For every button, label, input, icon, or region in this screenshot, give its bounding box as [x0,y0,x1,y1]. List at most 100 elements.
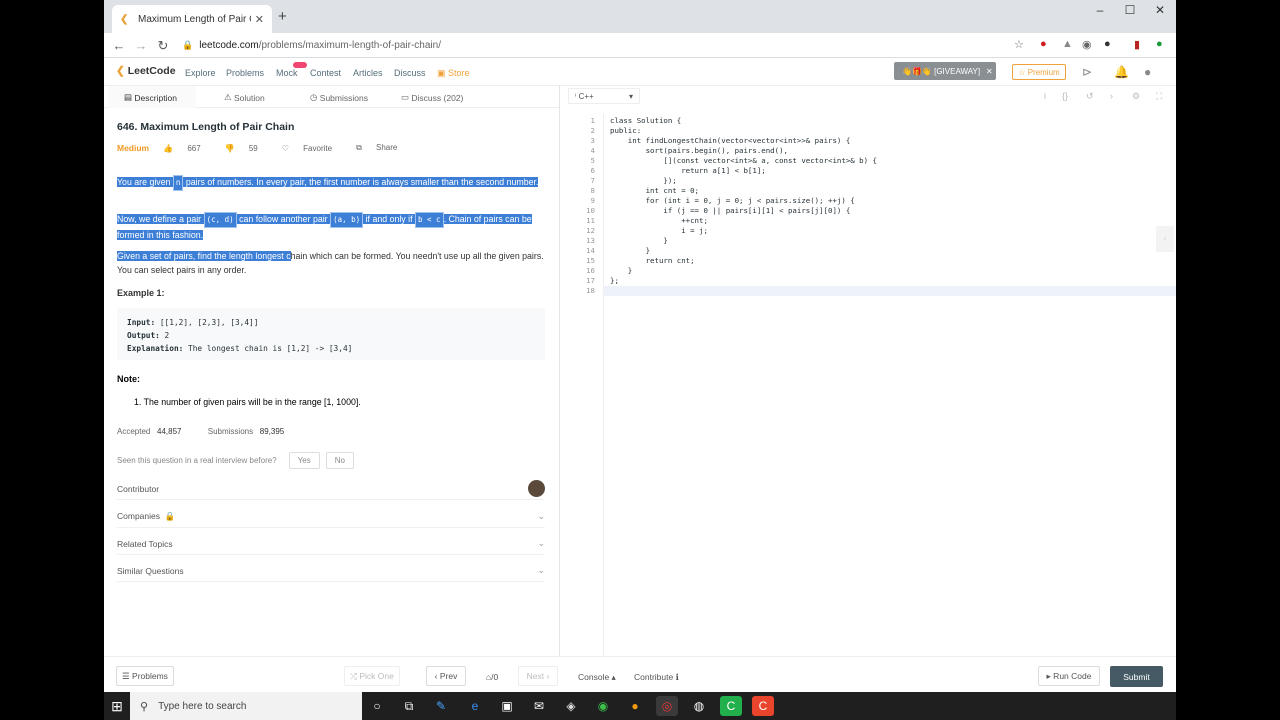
related-topics-row[interactable]: Related Topics ⌄ [117,533,545,555]
nav-contest[interactable]: Contest [310,68,341,78]
lock-icon: 🔒 [182,40,194,50]
close-window-button[interactable]: ✕ [1146,3,1174,17]
fullscreen-icon[interactable]: ⛶ [1156,91,1162,102]
clion-icon[interactable]: C [752,696,774,716]
edge-icon[interactable]: e [464,696,486,716]
back-arrow-icon[interactable]: ← [108,38,130,53]
p3-highlighted: Given a set of pairs, find the length lo… [117,251,291,261]
leetcode-favicon-icon: ❮ [120,13,129,25]
p2-text-b: can follow another pair [236,214,331,224]
cortana-icon[interactable]: ○ [366,696,388,716]
media-icon[interactable]: ◈ [560,696,582,716]
settings-icon[interactable]: ⚙ [1132,91,1140,102]
camtasia-icon[interactable]: C [720,696,742,716]
code-text[interactable]: class Solution { public: int findLongest… [610,116,877,286]
user-avatar-icon[interactable]: ● [1144,65,1151,79]
p1-text-b: pairs of numbers. In every pair, the fir… [183,177,539,187]
share-label: Share [376,143,398,152]
camera-extension-icon[interactable]: ◉ [1082,38,1092,51]
url-field[interactable]: 🔒 leetcode.com/problems/maximum-length-o… [182,36,1022,55]
console-toggle[interactable]: Console ▴ [578,672,616,683]
forward-arrow-icon[interactable]: → [130,38,152,53]
store-icon[interactable]: ▣ [496,696,518,716]
green-extension-icon[interactable]: ● [1156,38,1163,50]
firefox-icon[interactable]: ● [624,696,646,716]
browser-tab[interactable]: ❮ Maximum Length of Pair Chain - ✕ [112,5,272,33]
note-item: 1. The number of given pairs will be in … [134,397,361,407]
extension-triangle-icon[interactable]: ▲ [1062,38,1073,50]
submit-button[interactable]: Submit [1110,666,1163,687]
tab-solution[interactable]: ⚠ Solution [224,92,265,103]
minimize-button[interactable]: – [1086,3,1114,17]
reload-icon[interactable]: ↻ [152,38,174,54]
code-area[interactable]: 1 2 3 4 5 6 7 8 9 10 11 12 13 14 15 16 1… [566,114,1176,656]
chevron-down-icon: ⌄ [537,538,545,548]
notification-bell-icon[interactable]: 🔔 [1114,65,1129,79]
tab-strip: ❮ Maximum Length of Pair Chain - ✕ + – ☐… [104,0,1176,33]
nav-store[interactable]: ▣ Store [437,68,470,79]
share-button[interactable]: ⧉ Share [356,143,409,153]
no-button[interactable]: No [325,452,354,469]
tab-description[interactable]: ▤ Description [124,92,177,103]
question-title: 646. Maximum Length of Pair Chain [117,121,295,133]
nav-discuss[interactable]: Discuss [394,68,426,78]
nav-problems[interactable]: Problems [226,68,264,78]
shortcut-icon[interactable]: › [1110,91,1113,101]
task-view-icon[interactable]: ⧉ [398,696,420,716]
tab-close-icon[interactable]: ✕ [255,13,264,26]
similar-questions-row[interactable]: Similar Questions ⌄ [117,560,545,582]
example-output: 2 [159,331,170,340]
app-icon[interactable]: ✎ [430,696,452,716]
like-button[interactable]: 👍 667 [163,144,213,153]
giveaway-banner[interactable]: 👋🎁👋 [GIVEAWAY] ✕ [894,62,996,80]
tab-discuss-label: Discuss (202) [411,92,464,103]
prev-button[interactable]: ‹ Prev [426,666,466,686]
problems-button[interactable]: ☰ Problems [116,666,174,686]
windows-start-icon[interactable]: ⊞ [104,692,130,720]
tab-submissions[interactable]: ◷ Submissions [310,92,368,103]
leetcode-logo[interactable]: ❮ LeetCode [116,65,176,77]
dislike-button[interactable]: 👎 59 [225,144,270,153]
premium-button[interactable]: ☆ Premium [1012,64,1066,80]
heart-icon: ♡ [281,143,292,153]
favorite-button[interactable]: ♡ Favorite [282,144,344,153]
nav-mock[interactable]: Mock [276,68,298,78]
pick-one-button[interactable]: ⤮ Pick One [344,666,400,686]
side-panel-handle[interactable]: ‹ [1156,226,1174,252]
bookmark-star-icon[interactable]: ☆ [1014,38,1024,51]
opera-extension-icon[interactable]: ● [1040,38,1047,50]
run-code-button[interactable]: ▸ Run Code [1038,666,1100,686]
dislikes-count: 59 [248,143,258,153]
info-icon[interactable]: i [1044,91,1046,101]
example-explanation-line: Explanation: The longest chain is [1,2] … [127,342,535,355]
new-tab-button[interactable]: + [278,8,287,25]
traffic-light-extension-icon[interactable]: ▮ [1134,38,1140,51]
contributor-row[interactable]: Contributor [117,478,545,500]
contributor-avatar[interactable] [528,480,545,497]
dark-extension-icon[interactable]: ● [1104,38,1111,50]
example-output-label: Output: [127,331,160,340]
reset-icon[interactable]: ↺ [1086,91,1094,102]
next-button[interactable]: Next › [518,666,558,686]
taskbar-search[interactable]: ⚲ Type here to search [130,692,362,720]
contribute-link[interactable]: Contribute ℹ [634,672,679,683]
language-select[interactable]: ⁱ C++ ▾ [568,88,640,104]
example-output-line: Output: 2 [127,329,535,342]
android-icon[interactable]: ◉ [592,696,614,716]
tab-discuss[interactable]: ▭ Discuss (202) [401,92,463,103]
yes-button[interactable]: Yes [288,452,320,469]
maximize-button[interactable]: ☐ [1116,3,1144,17]
mail-icon[interactable]: ✉ [528,696,550,716]
companies-row[interactable]: Companies 🔒 ⌄ [117,506,545,528]
obs-icon[interactable]: ◍ [688,696,710,716]
store-icon: ▣ [437,68,449,78]
playground-icon[interactable]: ⊳ [1082,65,1092,79]
nav-articles[interactable]: Articles [353,68,383,78]
chrome-icon[interactable]: ◎ [656,696,678,716]
nav-explore[interactable]: Explore [185,68,216,78]
interview-question-text: Seen this question in a real interview b… [117,456,277,465]
question-meta: Medium 👍 667 👎 59 ♡ Favorite ⧉ Share [117,143,421,153]
tab-solution-label: Solution [233,92,265,103]
giveaway-close-icon[interactable]: ✕ [986,67,993,76]
braces-icon[interactable]: {} [1062,91,1068,101]
